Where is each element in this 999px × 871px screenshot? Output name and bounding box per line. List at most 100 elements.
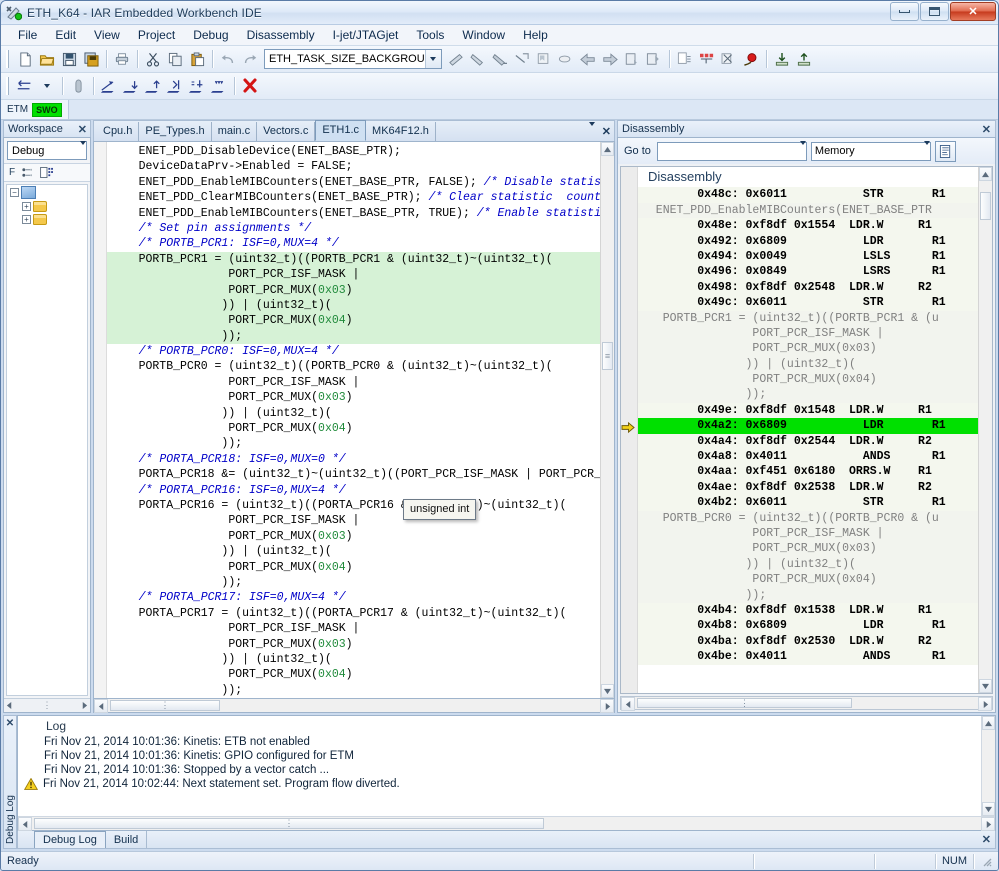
disassembly-margin-cell[interactable] xyxy=(621,498,637,513)
save-all-icon[interactable] xyxy=(80,48,102,70)
disassembly-margin-cell[interactable] xyxy=(621,529,637,544)
expander-plus-icon[interactable]: + xyxy=(22,202,31,211)
disassembly-instruction-row[interactable]: 0x48c: 0x6011 STR R1 xyxy=(638,187,978,202)
editor-scroll-thumb[interactable]: ≡ xyxy=(602,342,613,370)
disassembly-source-row[interactable]: ENET_PDD_EnableMIBCounters(ENET_BASE_PTR xyxy=(638,203,978,218)
debug-without-download-icon[interactable] xyxy=(793,48,815,70)
disassembly-margin-cell[interactable] xyxy=(621,482,637,497)
disassembly-margin-cell[interactable] xyxy=(621,374,637,389)
code-line[interactable]: ENET_PDD_ClearMIBCounters(ENET_BASE_PTR)… xyxy=(107,190,600,205)
reset-icon[interactable] xyxy=(14,75,36,97)
menu-disassembly[interactable]: Disassembly xyxy=(238,26,324,44)
code-line[interactable]: PORT_PCR_ISF_MASK | xyxy=(107,621,600,636)
stop-debugger-icon[interactable] xyxy=(740,48,762,70)
code-line[interactable]: PORT_PCR_MUX(0x04) xyxy=(107,667,600,682)
disassembly-margin-cell[interactable] xyxy=(621,559,637,574)
scroll-left-icon[interactable] xyxy=(6,702,13,709)
disassembly-instruction-row[interactable]: 0x49e: 0xf8df 0x1548 LDR.W R1 xyxy=(638,403,978,418)
disassembly-margin-cell[interactable] xyxy=(621,343,637,358)
run-to-cursor-icon[interactable] xyxy=(186,75,208,97)
save-icon[interactable] xyxy=(58,48,80,70)
break-icon[interactable] xyxy=(67,75,89,97)
code-line[interactable]: PORT_PCR_MUX(0x04) xyxy=(107,560,600,575)
toggle-source-mode-icon[interactable] xyxy=(935,141,956,162)
chevron-down-icon[interactable] xyxy=(924,145,930,157)
chevron-down-icon[interactable] xyxy=(589,126,595,138)
scroll-right-icon[interactable] xyxy=(81,702,88,709)
hscroll-thumb[interactable]: ⋮ xyxy=(34,818,544,829)
disassembly-instruction-row[interactable]: 0x498: 0xf8df 0x2548 LDR.W R2 xyxy=(638,280,978,295)
debug-toolbar-grip[interactable] xyxy=(6,77,10,95)
disassembly-source-row[interactable]: PORT_PCR_MUX(0x03) xyxy=(638,341,978,356)
scroll-right-icon[interactable] xyxy=(978,697,992,711)
disassembly-instruction-row[interactable]: 0x4ba: 0xf8df 0x2530 LDR.W R2 xyxy=(638,634,978,649)
quick-search-input[interactable]: ETH_TASK_SIZE_BACKGROU xyxy=(269,53,425,65)
disassembly-instruction-row[interactable]: 0x492: 0x6809 LDR R1 xyxy=(638,234,978,249)
scroll-down-icon[interactable] xyxy=(601,684,614,698)
tab-pe-types-h[interactable]: PE_Types.h xyxy=(139,122,211,141)
close-icon[interactable]: ✕ xyxy=(982,833,991,846)
code-line[interactable]: DeviceDataPrv->Enabled = FALSE; xyxy=(107,159,600,174)
code-line[interactable]: PORTB_PCR0 = (uint32_t)((PORTB_PCR0 & (u… xyxy=(107,359,600,374)
open-folder-icon[interactable] xyxy=(36,48,58,70)
tree-node-group-1[interactable]: + xyxy=(7,200,87,213)
undo-icon[interactable] xyxy=(217,48,239,70)
menu-tools[interactable]: Tools xyxy=(407,26,453,44)
breakpoints-window-icon[interactable] xyxy=(696,48,718,70)
disassembly-source-row[interactable]: PORT_PCR_MUX(0x03) xyxy=(638,541,978,556)
hscroll-track[interactable]: ⋮ xyxy=(635,697,978,709)
code-line[interactable]: PORT_PCR_MUX(0x03) xyxy=(107,283,600,298)
disassembly-instruction-row[interactable]: 0x4b4: 0xf8df 0x1538 LDR.W R1 xyxy=(638,603,978,618)
code-line[interactable]: )); xyxy=(107,683,600,698)
disassembly-source-row[interactable]: PORT_PCR_ISF_MASK | xyxy=(638,326,978,341)
maximize-button[interactable] xyxy=(920,2,949,21)
disassembly-list[interactable]: Disassembly 0x48c: 0x6011 STR R1 ENET_PD… xyxy=(620,166,993,694)
disassembly-current-row[interactable]: 0x4a2: 0x6809 LDR R1 xyxy=(638,418,978,433)
disassembly-source-row[interactable]: PORT_PCR_MUX(0x04) xyxy=(638,372,978,387)
code-line[interactable]: /* PORTB_PCR1: ISF=0,MUX=4 */ xyxy=(107,236,600,251)
log-entry[interactable]: Fri Nov 21, 2014 10:01:36: Kinetis: ETB … xyxy=(18,735,981,749)
disassembly-scroll-thumb[interactable] xyxy=(980,192,991,220)
disassembly-source-row[interactable]: PORTB_PCR1 = (uint32_t)((PORTB_PCR1 & (u xyxy=(638,311,978,326)
chevron-down-icon[interactable] xyxy=(80,145,86,157)
disassembly-source-row[interactable]: PORTB_PCR0 = (uint32_t)((PORTB_PCR0 & (u xyxy=(638,511,978,526)
log-entry[interactable]: Fri Nov 21, 2014 10:02:44: Next statemen… xyxy=(18,777,981,791)
code-line[interactable]: PORT_PCR_MUX(0x04) xyxy=(107,313,600,328)
code-line[interactable]: )) | (uint32_t)( xyxy=(107,652,600,667)
disassembly-margin[interactable] xyxy=(621,167,638,693)
paste-icon[interactable] xyxy=(186,48,208,70)
menu-ijet-jtagjet[interactable]: I-jet/JTAGjet xyxy=(324,26,408,44)
go-to-bookmark-icon[interactable] xyxy=(555,48,577,70)
editor-vscrollbar[interactable]: ≡ xyxy=(600,142,614,698)
disassembly-source-row[interactable]: PORT_PCR_ISF_MASK | xyxy=(638,526,978,541)
toggle-bookmark-icon[interactable] xyxy=(533,48,555,70)
toggle-breakpoint-icon[interactable] xyxy=(674,48,696,70)
code-line[interactable]: )); xyxy=(107,575,600,590)
code-line[interactable]: )) | (uint32_t)( xyxy=(107,406,600,421)
close-icon[interactable]: ✕ xyxy=(602,125,611,138)
disassembly-source-row[interactable]: )); xyxy=(638,588,978,603)
close-icon[interactable]: ✕ xyxy=(6,718,14,729)
tab-eth1-c[interactable]: ETH1.c xyxy=(315,120,366,141)
disassembly-instruction-row[interactable]: 0x48e: 0xf8df 0x1554 LDR.W R1 xyxy=(638,218,978,233)
disassembly-margin-cell[interactable] xyxy=(621,328,637,343)
menu-debug[interactable]: Debug xyxy=(184,26,237,44)
disassembly-margin-cell[interactable] xyxy=(621,621,637,636)
next-statement-icon[interactable] xyxy=(164,75,186,97)
editor-hscrollbar[interactable]: ⋮ xyxy=(93,699,615,713)
scroll-left-icon[interactable] xyxy=(621,697,635,711)
disassembly-margin-cell[interactable] xyxy=(621,389,637,404)
disassembly-hscrollbar[interactable]: ⋮ xyxy=(620,696,993,710)
code-line[interactable]: )); xyxy=(107,329,600,344)
disassembly-margin-cell[interactable] xyxy=(621,652,637,667)
find-previous-icon[interactable] xyxy=(489,48,511,70)
toolbar-grip[interactable] xyxy=(6,50,10,68)
scroll-up-icon[interactable] xyxy=(979,167,992,181)
reset-dropdown-icon[interactable] xyxy=(36,75,58,97)
trace-etm-indicator[interactable]: ETM SWO xyxy=(1,100,69,119)
step-over-icon[interactable] xyxy=(98,75,120,97)
step-into-icon[interactable] xyxy=(120,75,142,97)
disassembly-margin-cell[interactable] xyxy=(621,312,637,327)
disassembly-margin-cell[interactable] xyxy=(621,220,637,235)
code-line[interactable]: /* PORTA_PCR17: ISF=0,MUX=4 */ xyxy=(107,590,600,605)
